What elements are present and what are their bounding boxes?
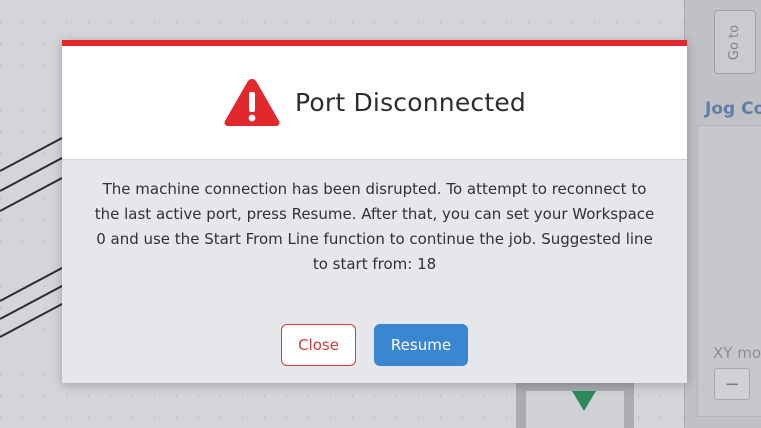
goto-label: Go to — [727, 24, 743, 60]
dialog-title: Port Disconnected — [294, 88, 527, 117]
resume-button[interactable]: Resume — [374, 324, 468, 366]
jog-control-title: Jog Co — [705, 99, 761, 119]
warning-triangle-icon — [224, 78, 280, 126]
machine-preview — [516, 383, 634, 428]
xy-decrement-button[interactable]: − — [714, 368, 750, 400]
dialog-footer: Close Resume — [62, 324, 687, 366]
dialog-header: Port Disconnected — [62, 40, 687, 160]
tool-position-marker — [572, 391, 596, 411]
xy-move-label: XY mo — [713, 344, 761, 362]
goto-button[interactable]: Go to — [714, 10, 756, 74]
dialog-message: The machine connection has been disrupte… — [94, 180, 655, 273]
port-disconnected-dialog: Port Disconnected The machine connection… — [62, 40, 687, 383]
close-button[interactable]: Close — [281, 324, 356, 366]
